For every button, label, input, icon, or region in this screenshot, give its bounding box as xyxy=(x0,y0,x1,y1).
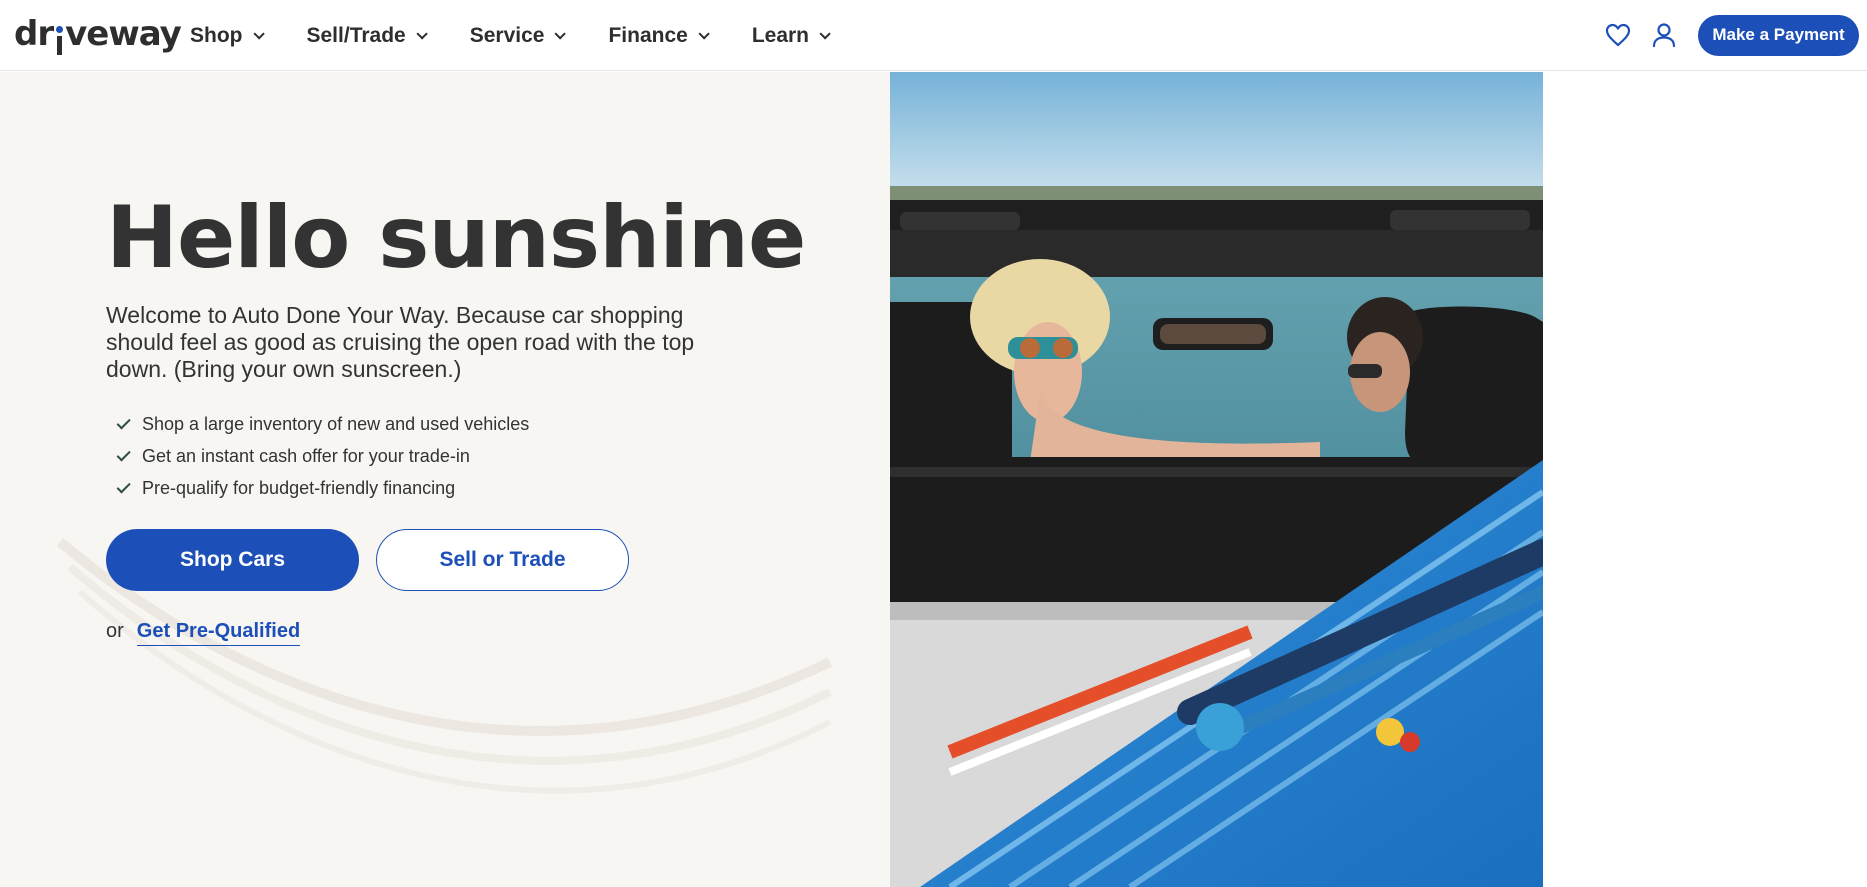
hero-content: Hello sunshine Welcome to Auto Done Your… xyxy=(0,72,890,887)
chevron-down-icon xyxy=(819,27,831,40)
make-payment-button[interactable]: Make a Payment xyxy=(1698,14,1859,56)
nav-shop[interactable]: Shop xyxy=(190,23,265,48)
list-item-text: Shop a large inventory of new and used v… xyxy=(142,413,530,434)
nav-finance-label: Finance xyxy=(608,23,688,47)
nav-learn[interactable]: Learn xyxy=(751,23,831,48)
prequal-row: or Get Pre-Qualified xyxy=(106,620,301,646)
site-header: dr veway Shop Sell/Trade Service Finance … xyxy=(0,0,1867,71)
list-item-text: Get an instant cash offer for your trade… xyxy=(142,445,470,466)
logo-text-start: dr xyxy=(14,14,54,54)
main-nav: Shop Sell/Trade Service Finance Learn xyxy=(190,0,831,71)
heart-icon xyxy=(1605,23,1631,47)
chevron-down-icon xyxy=(554,27,567,40)
or-label: or xyxy=(106,620,124,642)
nav-shop-label: Shop xyxy=(190,23,243,47)
hero-title: Hello sunshine xyxy=(106,188,806,288)
sell-or-trade-button[interactable]: Sell or Trade xyxy=(376,529,629,591)
check-icon xyxy=(116,446,131,461)
nav-service-label: Service xyxy=(469,23,545,47)
benefits-list: Shop a large inventory of new and used v… xyxy=(116,408,530,504)
shop-cars-button[interactable]: Shop Cars xyxy=(106,529,359,591)
hero-photo xyxy=(890,72,1543,887)
check-icon xyxy=(116,414,131,429)
check-icon xyxy=(116,478,131,493)
list-item: Get an instant cash offer for your trade… xyxy=(116,440,529,472)
chevron-down-icon xyxy=(252,27,265,40)
list-item-text: Pre-qualify for budget-friendly financin… xyxy=(142,477,456,498)
nav-sell-trade[interactable]: Sell/Trade xyxy=(306,23,428,48)
get-prequalified-link[interactable]: Get Pre-Qualified xyxy=(136,620,301,646)
nav-learn-label: Learn xyxy=(751,23,809,47)
chevron-down-icon xyxy=(416,27,428,40)
driveway-logo[interactable]: dr veway xyxy=(14,14,182,55)
account-button[interactable] xyxy=(1644,15,1684,55)
list-item: Pre-qualify for budget-friendly financin… xyxy=(116,472,529,504)
user-icon xyxy=(1652,23,1676,48)
logo-i-mark xyxy=(54,24,64,55)
list-item: Shop a large inventory of new and used v… xyxy=(116,408,530,440)
nav-finance[interactable]: Finance xyxy=(608,23,710,48)
hero-description: Welcome to Auto Done Your Way. Because c… xyxy=(106,302,695,382)
logo-text-end: veway xyxy=(65,14,182,54)
header-actions: Make a Payment xyxy=(1598,10,1859,60)
nav-sell-trade-label: Sell/Trade xyxy=(306,23,406,47)
nav-service[interactable]: Service xyxy=(469,23,567,48)
chevron-down-icon xyxy=(698,27,710,40)
convertible-photo-illustration xyxy=(890,72,1543,887)
right-gutter xyxy=(1543,72,1867,887)
favorites-button[interactable] xyxy=(1598,15,1638,55)
